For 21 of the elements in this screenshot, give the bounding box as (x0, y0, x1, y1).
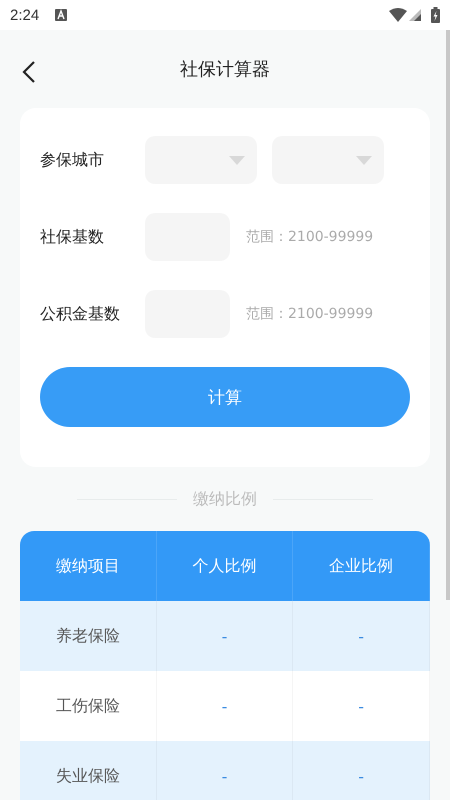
dropdown[interactable] (272, 136, 384, 184)
status-time: 2:24 (10, 6, 40, 24)
range-hint: 范围：2100-99999 (246, 305, 374, 323)
battery-icon (431, 7, 440, 23)
range-hint: 范围：2100-99999 (246, 228, 374, 246)
field-label: 社保基数 (40, 226, 105, 248)
table-cell: 失业保险 (20, 741, 157, 800)
field-label: 公积金基数 (40, 304, 121, 324)
table-cell: - (293, 741, 430, 800)
field-label: 参保城市 (40, 150, 105, 170)
calculate-button[interactable]: 计算 (40, 367, 410, 427)
table-cell: - (156, 741, 294, 800)
caret-icon (356, 156, 372, 165)
signal-icon (409, 9, 421, 21)
page-title: 社保计算器 (180, 58, 270, 81)
section-title: 缴纳比例 (193, 488, 257, 510)
wifi-icon (389, 8, 407, 22)
caret-icon (229, 156, 245, 165)
back-icon[interactable] (22, 60, 36, 84)
keyboard-icon (55, 9, 68, 21)
dropdown[interactable] (145, 136, 257, 184)
